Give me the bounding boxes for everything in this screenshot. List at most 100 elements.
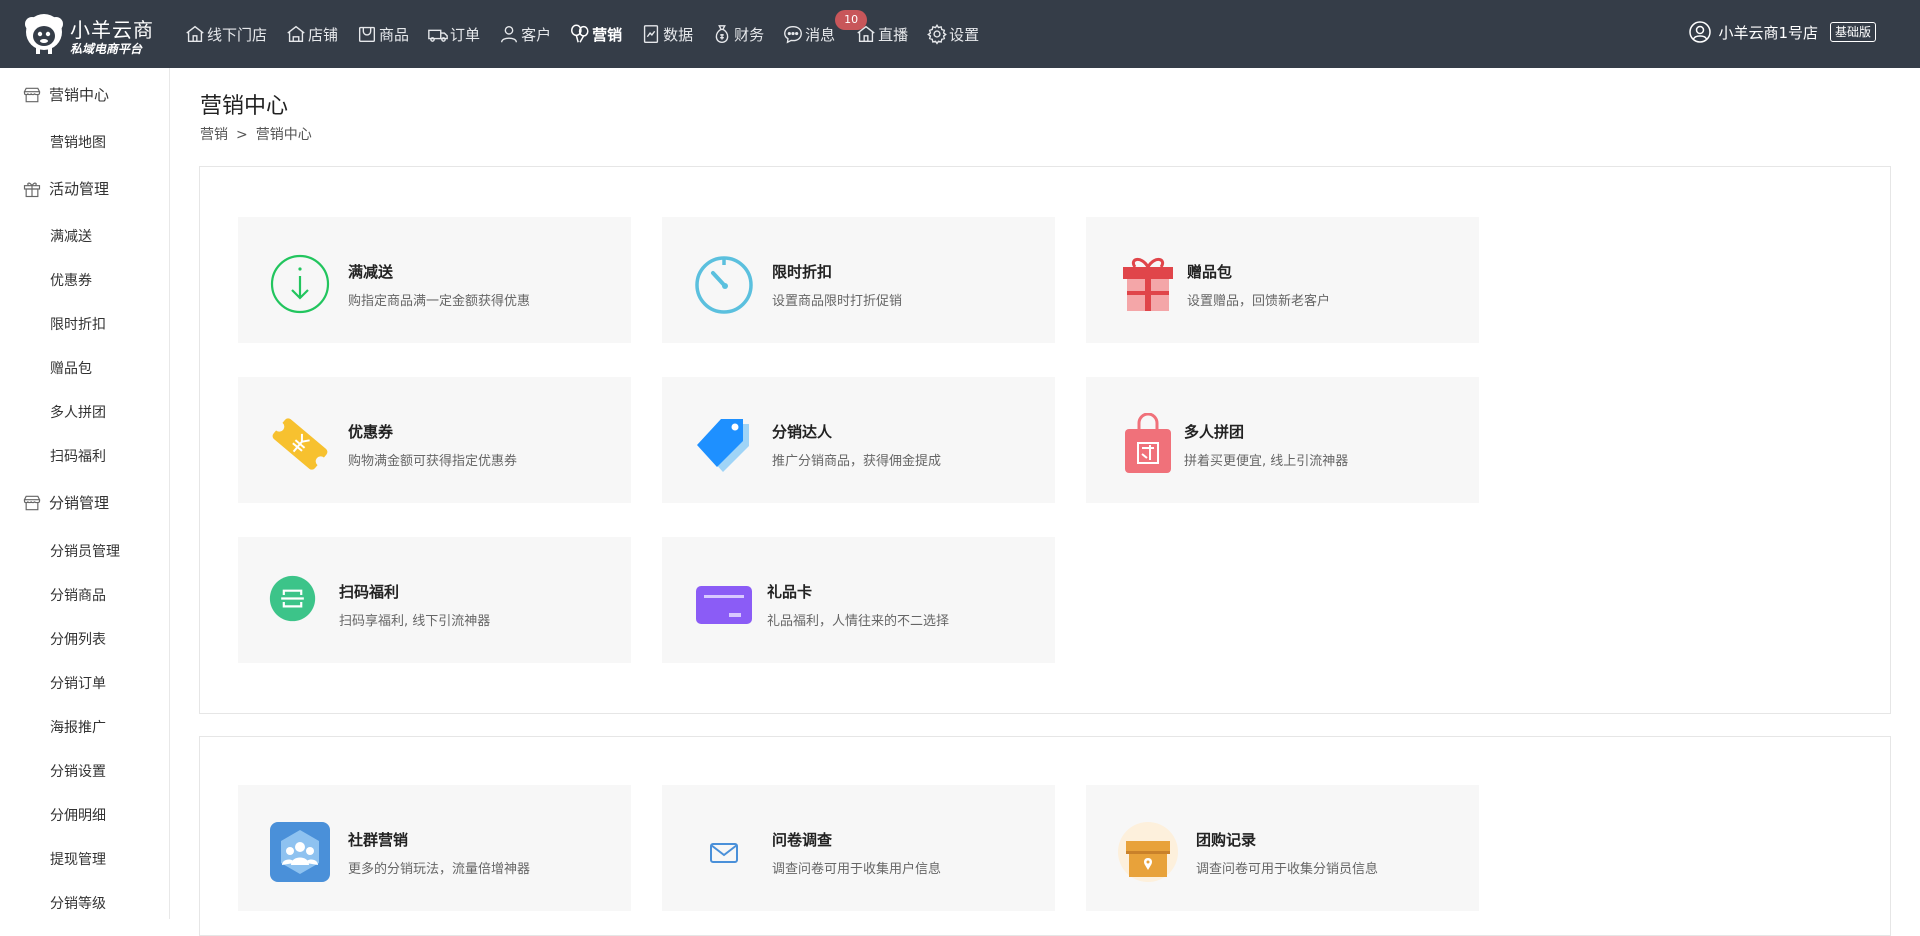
sidebar-item-gift-pack[interactable]: 赠品包 [50, 358, 92, 378]
timer-icon [695, 256, 753, 314]
nav-item-orders[interactable]: 订单 [427, 0, 480, 68]
nav-label: 订单 [450, 25, 481, 44]
tool-title: 分销达人 [772, 423, 833, 441]
money-bag-icon [715, 25, 729, 43]
coupon-icon [272, 418, 328, 470]
nav-item-messages[interactable]: 消息 10 [782, 0, 868, 68]
tool-title: 多人拼团 [1184, 423, 1245, 441]
sidebar-group-label: 营销中心 [49, 86, 110, 104]
breadcrumb-separator: > [236, 127, 248, 143]
nav-item-customers[interactable]: 客户 [498, 0, 551, 68]
sidebar-item-distributors[interactable]: 分销员管理 [50, 541, 120, 561]
tool-title: 社群营销 [348, 831, 409, 849]
nav-item-finance[interactable]: 财务 [711, 0, 764, 68]
user-circle-icon [1689, 21, 1712, 43]
tool-desc: 购物满金额可获得指定优惠券 [348, 454, 518, 469]
tool-card-group-buy[interactable]: 多人拼团 拼着买更便宜, 线上引流神器 [1086, 377, 1479, 503]
store-name: 小羊云商1号店 [1718, 23, 1818, 42]
sidebar-item-distribution-settings[interactable]: 分销设置 [50, 761, 106, 781]
scan-icon [269, 575, 316, 622]
nav-label: 财务 [734, 25, 765, 44]
sidebar-item-distribution-levels[interactable]: 分销等级 [50, 893, 106, 913]
breadcrumb: 营销 > 营销中心 [200, 124, 312, 144]
sidebar-item-limited-discount[interactable]: 限时折扣 [50, 314, 106, 334]
tool-desc: 购指定商品满一定金额获得优惠 [348, 294, 531, 309]
store-icon [23, 495, 41, 510]
sidebar-item-coupons[interactable]: 优惠券 [50, 270, 92, 290]
sidebar-group-distribution[interactable]: 分销管理 [22, 492, 109, 513]
sidebar-group-marketing-center[interactable]: 营销中心 [22, 84, 109, 105]
chat-icon [784, 25, 803, 44]
tool-desc: 推广分销商品，获得佣金提成 [772, 454, 942, 469]
sidebar-item-scan-welfare[interactable]: 扫码福利 [50, 446, 106, 466]
sidebar-item-full-reduction[interactable]: 满减送 [50, 226, 92, 246]
tool-card-scan-welfare[interactable]: 扫码福利 扫码享福利, 线下引流神器 [238, 537, 631, 663]
tool-title: 限时折扣 [772, 263, 833, 281]
sidebar-item-distribution-products[interactable]: 分销商品 [50, 585, 106, 605]
user-icon [501, 25, 518, 43]
brand-tagline: 私域电商平台 [70, 42, 143, 56]
tool-card-group-purchase-records[interactable]: 团购记录 调查问卷可用于收集分销员信息 [1086, 785, 1479, 911]
report-icon [643, 25, 659, 43]
store-icon [23, 87, 41, 102]
tool-card-gift-card[interactable]: 礼品卡 礼品福利，人情往来的不二选择 [662, 537, 1055, 663]
arrow-down-circle-icon [270, 254, 330, 314]
nav-item-settings[interactable]: 设置 [926, 0, 979, 68]
nav-label: 客户 [521, 25, 552, 44]
sidebar-item-marketing-map[interactable]: 营销地图 [50, 132, 106, 152]
sidebar-group-label: 活动管理 [49, 180, 110, 198]
gear-icon [927, 24, 948, 45]
sidebar-group-activity[interactable]: 活动管理 [22, 178, 109, 199]
group-bag-icon [1125, 413, 1171, 473]
gift-icon [23, 182, 41, 197]
tool-title: 扫码福利 [339, 583, 400, 601]
sidebar-item-group-buy[interactable]: 多人拼团 [50, 402, 106, 422]
nav-item-shop[interactable]: 店铺 [285, 0, 338, 68]
top-navigation-bar: 小羊云商 私域电商平台 线下门店 店铺 商品 订单 客户 营销 数据 财务 消息… [0, 0, 1920, 68]
tool-title: 问卷调查 [772, 831, 833, 849]
nav-label: 设置 [949, 25, 980, 44]
page-title: 营销中心 [200, 94, 289, 119]
tool-title: 赠品包 [1187, 263, 1233, 281]
community-icon [270, 822, 330, 882]
tool-card-coupon[interactable]: 优惠券 购物满金额可获得指定优惠券 [238, 377, 631, 503]
sidebar-item-poster-promotion[interactable]: 海报推广 [50, 717, 106, 737]
tool-card-full-reduction[interactable]: 满减送 购指定商品满一定金额获得优惠 [238, 217, 631, 343]
tool-title: 团购记录 [1196, 831, 1257, 849]
shopping-bag-icon [359, 26, 376, 43]
gift-card-icon [696, 586, 752, 624]
nav-item-live[interactable]: 直播 [855, 0, 908, 68]
sidebar-item-commission-details[interactable]: 分佣明细 [50, 805, 106, 825]
breadcrumb-item[interactable]: 营销 [200, 127, 228, 143]
tool-desc: 拼着买更便宜, 线上引流神器 [1184, 454, 1349, 469]
sheep-logo-icon [25, 14, 63, 54]
home-icon [186, 25, 204, 43]
brand-logo[interactable]: 小羊云商 私域电商平台 [22, 12, 162, 58]
nav-item-products[interactable]: 商品 [356, 0, 409, 68]
nav-item-marketing[interactable]: 营销 [569, 0, 622, 68]
truck-icon [428, 29, 448, 42]
store-icon [287, 25, 305, 43]
tool-card-survey[interactable]: 问卷调查 调查问卷可用于收集用户信息 [662, 785, 1055, 911]
gift-box-icon [1123, 258, 1173, 311]
tool-card-gift-pack[interactable]: 赠品包 设置赠品，回馈新老客户 [1086, 217, 1479, 343]
nav-label: 数据 [663, 25, 694, 44]
tool-card-community[interactable]: 社群营销 更多的分销玩法，流量倍增神器 [238, 785, 631, 911]
nav-item-stores[interactable]: 线下门店 [184, 0, 267, 68]
nav-label: 线下门店 [207, 25, 268, 44]
breadcrumb-item-current: 营销中心 [255, 127, 312, 143]
tool-desc: 设置商品限时打折促销 [772, 294, 903, 309]
price-tag-icon [697, 419, 749, 472]
tool-card-distributor[interactable]: 分销达人 推广分销商品，获得佣金提成 [662, 377, 1055, 503]
sidebar-item-distribution-orders[interactable]: 分销订单 [50, 673, 106, 693]
balloon-icon [571, 24, 589, 43]
nav-item-data[interactable]: 数据 [640, 0, 693, 68]
account-menu[interactable]: 小羊云商1号店 基础版 [1688, 20, 1876, 44]
sidebar-item-withdrawals[interactable]: 提现管理 [50, 849, 106, 869]
marketing-tools-panel: 满减送 购指定商品满一定金额获得优惠 限时折扣 设置商品限时打折促销 赠品包 设… [199, 166, 1891, 714]
sidebar-item-commission-list[interactable]: 分佣列表 [50, 629, 106, 649]
nav-label: 商品 [379, 25, 410, 44]
main-content: 营销中心 营销 > 营销中心 满减送 购指定商品满一定金额获得优惠 限时折扣 设置商… [170, 68, 1920, 936]
sidebar: 营销中心 营销地图 活动管理 满减送 优惠券 限时折扣 赠品包 多人拼团 扫码福… [0, 68, 170, 919]
tool-card-limited-discount[interactable]: 限时折扣 设置商品限时打折促销 [662, 217, 1055, 343]
